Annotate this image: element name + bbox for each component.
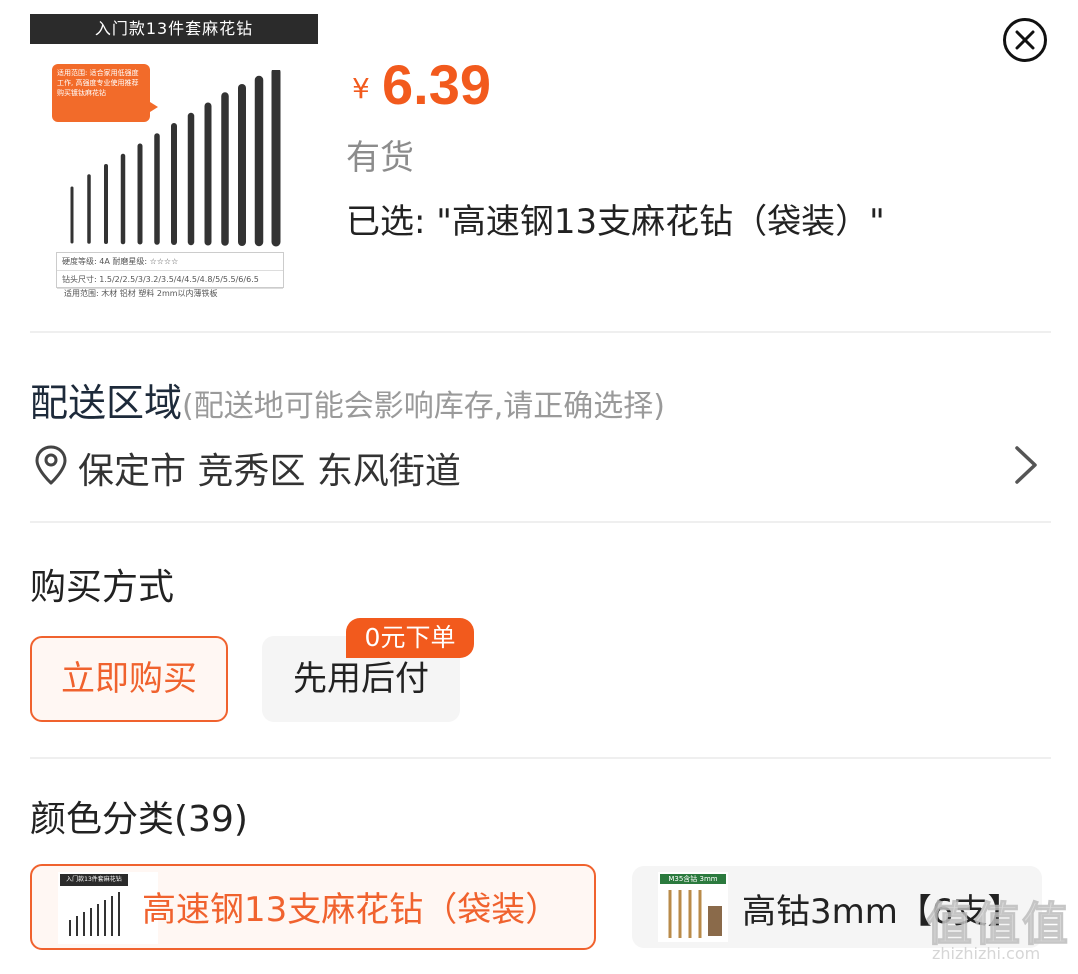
divider — [30, 331, 1051, 333]
spec-row-sizes: 钻头尺寸: 1.5/2/2.5/3/3.2/3.5/4/4.5/4.8/5/5.… — [57, 271, 283, 289]
delivery-note: (配送地可能会影响库存,请正确选择) — [182, 389, 665, 424]
variant-thumbnail-banner: M35含钴 3mm — [660, 874, 726, 884]
variant-section-title: 颜色分类(39) — [30, 799, 248, 840]
divider — [30, 521, 1051, 523]
thumbnail-banner: 入门款13件套麻花钻 — [30, 14, 318, 44]
variant-option-selected[interactable]: 入门款13件套麻花钻 高速钢13支麻花钻（袋装） — [30, 864, 596, 950]
site-watermark: 值值值 zhizhizhi.com — [926, 888, 1072, 970]
drill-bits-illustration — [70, 70, 281, 247]
price-value: 6.39 — [382, 53, 491, 116]
divider — [30, 757, 1051, 759]
thumbnail-use-line: 适用范围: 木材 铝材 塑料 2mm以内薄铁板 — [64, 289, 218, 298]
stock-status: 有货 — [346, 138, 414, 178]
price-currency: ¥ — [352, 72, 370, 105]
chevron-right-icon[interactable] — [1010, 444, 1040, 486]
watermark-url: zhizhizhi.com — [932, 944, 1041, 963]
selected-variant-text: 已选: "高速钢13支麻花钻（袋装）" — [346, 202, 885, 242]
spec-row-hardness: 硬度等级: 4A 耐磨星级: ☆☆☆☆ — [57, 253, 283, 271]
buy-now-option[interactable]: 立即购买 — [30, 636, 228, 722]
purchase-method-title: 购买方式 — [30, 567, 175, 608]
variant-label: 高速钢13支麻花钻（袋装） — [142, 890, 560, 930]
zero-down-badge: 0元下单 — [346, 618, 474, 658]
location-pin-icon — [35, 445, 67, 485]
cobalt-drill-bits-illustration — [668, 890, 722, 938]
delivery-title: 配送区域 — [30, 381, 183, 425]
delivery-section-title: 配送区域(配送地可能会影响库存,请正确选择) — [30, 372, 665, 427]
close-icon[interactable] — [1002, 17, 1048, 63]
drill-bits-mini-illustration — [69, 892, 120, 936]
product-thumbnail[interactable]: 入门款13件套麻花钻 适用范围: 适合家用低强度工作, 高强度专业使用推荐 购买… — [30, 14, 318, 304]
variant-thumbnail-banner: 入门款13件套麻花钻 — [60, 874, 128, 886]
delivery-address[interactable]: 保定市 竞秀区 东风街道 — [78, 442, 461, 494]
thumbnail-spec-table: 硬度等级: 4A 耐磨星级: ☆☆☆☆ 钻头尺寸: 1.5/2/2.5/3/3.… — [56, 252, 284, 289]
variant-thumbnail: M35含钴 3mm — [658, 872, 728, 942]
